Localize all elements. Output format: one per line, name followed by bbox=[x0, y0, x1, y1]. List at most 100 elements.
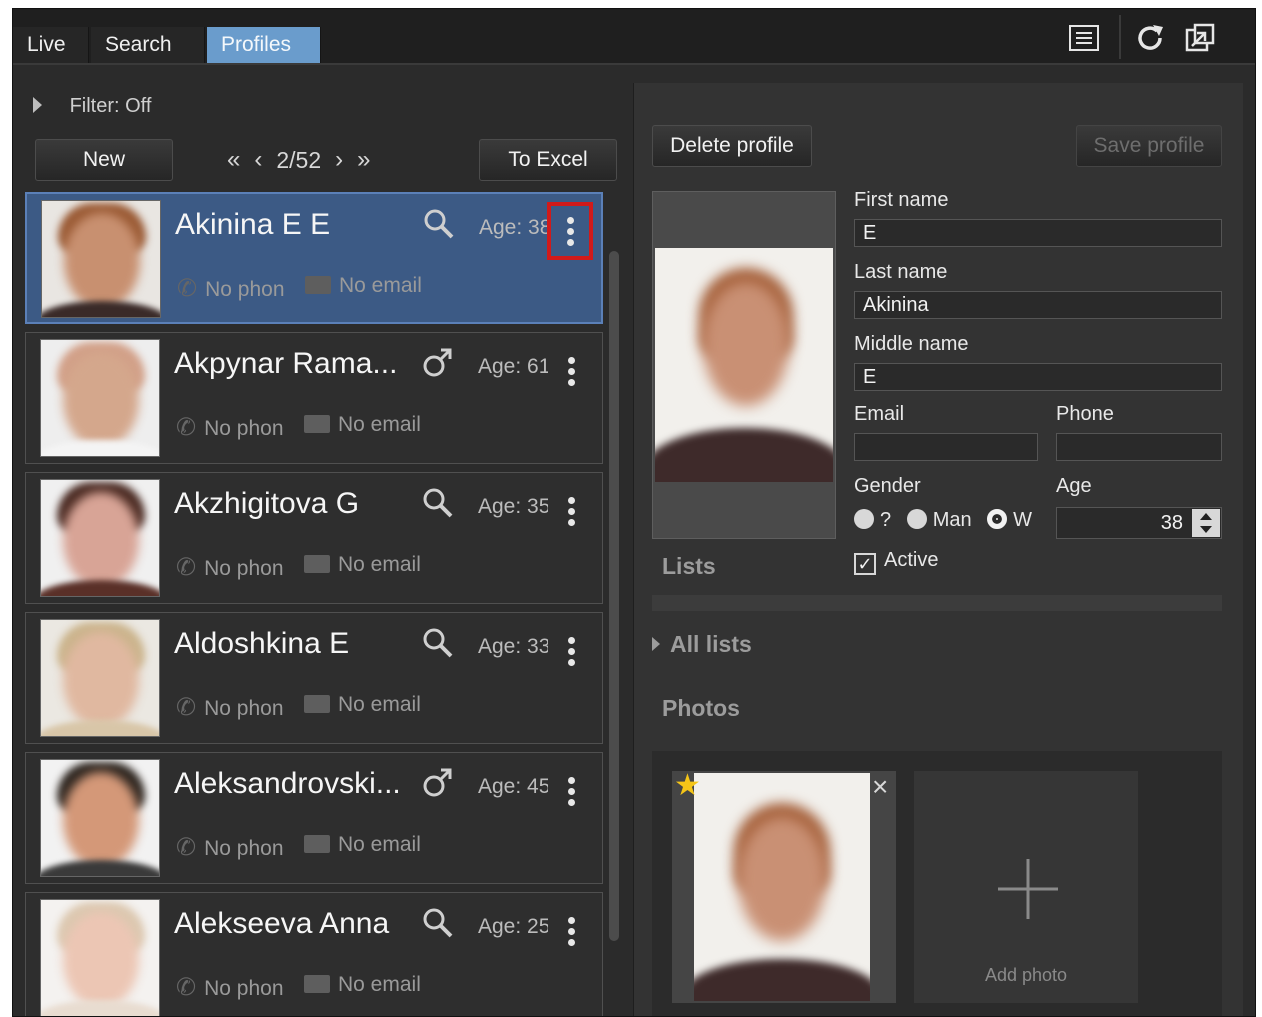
list-icon[interactable] bbox=[1067, 21, 1101, 55]
prev-page-button[interactable]: ‹ bbox=[254, 146, 262, 174]
profile-name: Alekseeva Anna bbox=[174, 907, 390, 940]
profile-card[interactable]: Akzhigitova G Age: 35 ✆ No phon No email bbox=[25, 472, 603, 604]
profile-card[interactable]: Aldoshkina E Age: 33 ✆ No phon No email bbox=[25, 612, 603, 744]
delete-profile-button[interactable]: Delete profile bbox=[652, 125, 812, 167]
profile-age: Age: 33 bbox=[478, 635, 548, 658]
profile-name: Akzhigitova G bbox=[174, 487, 360, 520]
profile-photo bbox=[40, 759, 160, 877]
email-icon bbox=[304, 695, 330, 713]
check-icon: ✓ bbox=[854, 553, 876, 575]
profile-email-text: No email bbox=[339, 274, 422, 297]
profile-email: No email bbox=[304, 553, 421, 577]
list-scrollbar[interactable] bbox=[609, 251, 619, 941]
more-options-icon[interactable] bbox=[554, 769, 588, 813]
add-photo-button[interactable]: Add photo bbox=[914, 771, 1138, 1003]
profile-email-text: No email bbox=[338, 693, 421, 716]
email-label: Email bbox=[854, 403, 905, 425]
email-icon bbox=[305, 276, 331, 294]
gender-label: Gender bbox=[854, 475, 921, 497]
first-name-field[interactable]: E bbox=[854, 219, 1222, 247]
more-options-icon[interactable] bbox=[547, 202, 593, 260]
phone-icon: ✆ bbox=[177, 275, 198, 302]
photo-thumbnail[interactable]: ★ × bbox=[672, 771, 896, 1003]
more-options-icon[interactable] bbox=[554, 909, 588, 953]
profile-name: Akpynar Rama... bbox=[174, 347, 398, 380]
filter-value: Off bbox=[125, 95, 152, 117]
search-face-icon bbox=[422, 627, 454, 666]
profile-card[interactable]: Akpynar Rama... Age: 61 ✆ No phon No emai… bbox=[25, 332, 603, 464]
phone-icon: ✆ bbox=[176, 974, 197, 1001]
save-profile-button[interactable]: Save profile bbox=[1076, 125, 1222, 167]
male-icon bbox=[422, 347, 454, 386]
first-name-label: First name bbox=[854, 189, 949, 211]
page-indicator: 2/52 bbox=[276, 146, 322, 173]
tab-search[interactable]: Search bbox=[91, 27, 205, 63]
search-face-icon bbox=[423, 208, 455, 247]
profiles-list-panel: Filter: Off New « ‹ 2/52 › » To Excel Ak… bbox=[13, 67, 629, 1016]
profile-card[interactable]: Alekseeva Anna Age: 25 ✆ No phon No email bbox=[25, 892, 603, 1016]
profile-phone: ✆ No phon bbox=[176, 973, 296, 1002]
profile-phone: ✆ No phon bbox=[176, 553, 296, 582]
profile-detail-panel: Delete profile Save profile First name E… bbox=[633, 83, 1243, 1016]
profile-phone: ✆ No phon bbox=[177, 274, 297, 303]
refresh-icon[interactable] bbox=[1133, 21, 1167, 55]
male-icon bbox=[422, 767, 454, 806]
gender-unknown-radio[interactable]: ? bbox=[854, 509, 891, 531]
middle-name-field[interactable]: E bbox=[854, 363, 1222, 391]
filter-toggle[interactable]: Filter: Off bbox=[33, 95, 151, 118]
age-stepper-arrows-icon[interactable] bbox=[1192, 509, 1220, 537]
primary-star-icon[interactable]: ★ bbox=[674, 771, 701, 801]
last-name-field[interactable]: Akinina bbox=[854, 291, 1222, 319]
add-photo-label: Add photo bbox=[984, 965, 1068, 985]
top-bar: Live Search Profiles bbox=[13, 9, 1255, 65]
expand-arrow-icon bbox=[33, 97, 42, 113]
photos-area: ★ × Add photo bbox=[652, 751, 1222, 1016]
profile-photo bbox=[40, 339, 160, 457]
profile-photo bbox=[41, 200, 161, 318]
profile-main-photo bbox=[652, 191, 836, 539]
last-name-label: Last name bbox=[854, 261, 948, 283]
active-label: Active bbox=[884, 549, 939, 571]
more-options-icon[interactable] bbox=[554, 489, 588, 533]
export-excel-button[interactable]: To Excel bbox=[479, 139, 617, 181]
profile-email: No email bbox=[304, 693, 421, 717]
gender-man-radio[interactable]: Man bbox=[906, 509, 972, 531]
tab-profiles[interactable]: Profiles bbox=[207, 27, 321, 63]
more-options-icon[interactable] bbox=[554, 629, 588, 673]
email-icon bbox=[304, 555, 330, 573]
phone-icon: ✆ bbox=[176, 554, 197, 581]
lists-section-title: Lists bbox=[662, 553, 716, 579]
app-window: Live Search Profiles Filter: Off New « ‹… bbox=[12, 8, 1256, 1017]
phone-field[interactable] bbox=[1056, 433, 1222, 461]
profile-age: Age: 38 bbox=[479, 216, 549, 239]
gender-woman-radio[interactable]: W bbox=[987, 509, 1032, 531]
profile-email: No email bbox=[304, 973, 421, 997]
close-icon[interactable]: × bbox=[872, 773, 888, 801]
profile-email-text: No email bbox=[338, 973, 421, 996]
all-lists-toggle[interactable]: All lists bbox=[652, 631, 752, 658]
gender-radio-group: ? Man W bbox=[854, 509, 1032, 532]
profile-phone: ✆ No phon bbox=[176, 693, 296, 722]
last-page-button[interactable]: » bbox=[357, 146, 370, 174]
first-page-button[interactable]: « bbox=[227, 146, 240, 174]
more-options-icon[interactable] bbox=[554, 349, 588, 393]
search-face-icon bbox=[422, 487, 454, 526]
toolbar-separator bbox=[1119, 15, 1121, 59]
profile-card[interactable]: Aleksandrovski... Age: 45 ✆ No phon No em… bbox=[25, 752, 603, 884]
email-field[interactable] bbox=[854, 433, 1038, 461]
next-page-button[interactable]: › bbox=[335, 146, 343, 174]
profile-phone-text: No phon bbox=[205, 278, 285, 301]
tab-live[interactable]: Live bbox=[13, 27, 89, 63]
profile-age: Age: 35 bbox=[478, 495, 548, 518]
profile-phone-text: No phon bbox=[204, 417, 284, 440]
lists-divider bbox=[652, 595, 1222, 611]
profile-card[interactable]: Akinina E E Age: 38 ✆ No phon No email bbox=[25, 192, 603, 324]
popout-icon[interactable] bbox=[1183, 21, 1217, 55]
profile-phone-text: No phon bbox=[204, 977, 284, 1000]
active-checkbox[interactable]: ✓ Active bbox=[854, 549, 938, 575]
filter-label: Filter: bbox=[69, 95, 120, 117]
profile-age: Age: 25 bbox=[478, 915, 548, 938]
new-profile-button[interactable]: New bbox=[35, 139, 173, 181]
profile-photo bbox=[40, 899, 160, 1016]
profile-list: Akinina E E Age: 38 ✆ No phon No email Ak… bbox=[25, 192, 603, 1016]
